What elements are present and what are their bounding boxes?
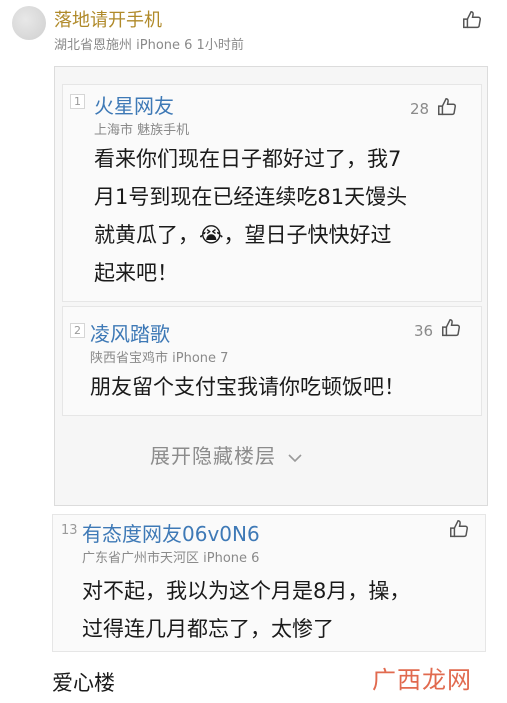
reply-text: 看来你们现在日子都好过了，我7 月1号到现在已经连续吃81天馒头 就黄瓜了，😭，…: [94, 140, 407, 292]
reply-text-line: 月1号到现在已经连续吃81天馒头: [94, 185, 408, 209]
reply-text-line: 起来吧！: [94, 261, 178, 285]
comment-like-button[interactable]: [448, 518, 470, 544]
comment-meta: 广东省广州市天河区 iPhone 6: [82, 551, 260, 566]
floor-number: 13: [61, 523, 78, 538]
expand-hidden-floors-button[interactable]: 展开隐藏楼层: [150, 440, 303, 469]
thumbs-up-icon: [442, 319, 460, 337]
top-comment-username[interactable]: 落地请开手机: [54, 6, 162, 32]
watermark: 广西龙网: [372, 666, 472, 694]
comment-text-line: 对不起，我以为这个月是8月，操，: [82, 579, 411, 603]
reply-username[interactable]: 火星网友: [94, 90, 174, 119]
comment-text-line: 过得连几月都忘了，太惨了: [82, 617, 334, 641]
thumbs-up-icon: [438, 98, 456, 116]
comment-username[interactable]: 有态度网友06v0N6: [82, 518, 260, 547]
reply-text-line: 朋友留个支付宝我请你吃顿饭吧！: [90, 375, 405, 399]
reply-meta: 上海市 魅族手机: [94, 123, 190, 138]
floor-number: 2: [70, 323, 85, 338]
reply-text-line: 就黄瓜了，😭，望日子快快好过: [94, 223, 392, 247]
top-comment-like-button[interactable]: [461, 9, 483, 35]
comment-text: 对不起，我以为这个月是8月，操， 过得连几月都忘了，太惨了: [82, 572, 410, 648]
reply-meta: 陕西省宝鸡市 iPhone 7: [90, 351, 229, 366]
thumbs-up-icon: [450, 520, 468, 538]
reply-text: 朋友留个支付宝我请你吃顿饭吧！: [90, 368, 405, 406]
reply-text-line: 看来你们现在日子都好过了，我7: [94, 147, 402, 171]
like-count: 28: [410, 100, 430, 118]
reply-username[interactable]: 凌风踏歌: [90, 318, 170, 347]
like-count: 36: [414, 322, 434, 340]
chevron-down-icon: [288, 453, 302, 462]
footer-label: 爱心楼: [52, 671, 115, 695]
top-comment-meta: 湖北省恩施州 iPhone 6 1小时前: [54, 38, 244, 53]
reply-like-button[interactable]: [440, 317, 462, 343]
floor-number: 1: [70, 94, 85, 109]
avatar[interactable]: [12, 6, 46, 40]
thumbs-up-icon: [463, 11, 481, 29]
reply-like-button[interactable]: [436, 96, 458, 122]
expand-label: 展开隐藏楼层: [150, 444, 276, 468]
